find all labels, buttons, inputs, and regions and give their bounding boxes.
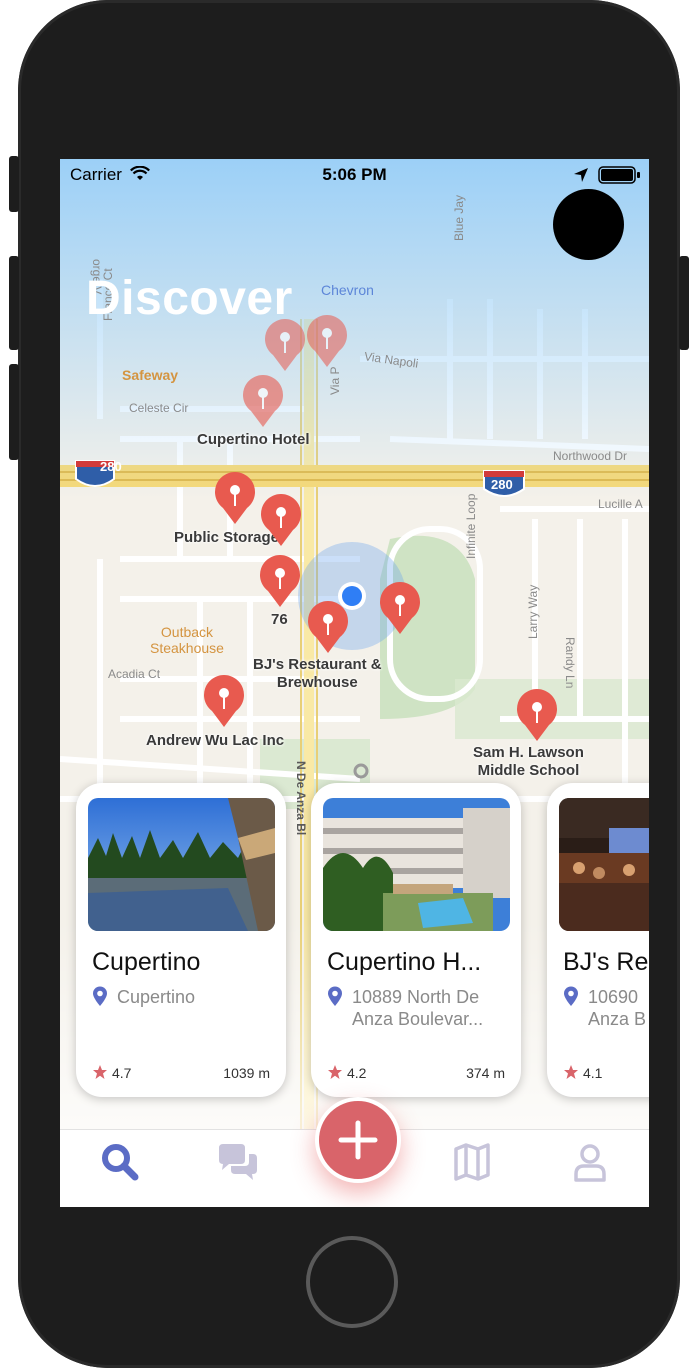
place-photo — [323, 798, 510, 931]
home-button[interactable] — [306, 1236, 398, 1328]
volume-down-button — [9, 364, 19, 460]
profile-icon[interactable] — [568, 1140, 612, 1184]
place-title: Cupertino — [92, 948, 201, 976]
place-rating: 4.1 — [583, 1065, 603, 1081]
street-label: Randy Ln — [563, 637, 577, 689]
street-label: Larry Way — [526, 584, 540, 639]
status-time: 5:06 PM — [322, 165, 387, 184]
location-arrow-icon — [574, 168, 588, 182]
place-address: Cupertino — [117, 987, 196, 1007]
place-rating: 4.7 — [112, 1065, 132, 1081]
profile-avatar-button[interactable] — [553, 189, 624, 260]
star-icon — [328, 1065, 342, 1079]
place-address: 10889 North De Anza Boulevar... — [352, 987, 484, 1029]
map-pin-icon[interactable] — [378, 582, 422, 636]
map-label-lawson-school: Sam H. Lawson Middle School — [473, 744, 584, 779]
place-rating: 4.2 — [347, 1065, 367, 1081]
add-icon — [338, 1120, 378, 1160]
place-card[interactable]: Cupertino Cupertino 4.7 1039 m — [76, 783, 286, 1097]
mute-switch — [9, 156, 19, 212]
map-pin-icon[interactable] — [263, 319, 307, 373]
screen: Franco Ct orge V Blue Jay Chevron Safewa… — [60, 159, 649, 1207]
map-label-gas-station: 76 — [271, 611, 288, 628]
street-label: Blue Jay — [452, 194, 466, 241]
power-button — [679, 256, 689, 350]
map-label-outback: Outback Steakhouse — [150, 624, 224, 656]
location-pin-icon — [328, 986, 342, 1006]
place-title: BJ's Re — [563, 948, 649, 976]
map-label-chevron: Chevron — [321, 282, 374, 298]
place-photo — [88, 798, 275, 931]
place-card[interactable]: Cupertino H... 10889 North De Anza Boule… — [311, 783, 521, 1097]
map-pin-icon[interactable] — [515, 689, 559, 743]
map-pin-icon[interactable] — [241, 375, 285, 429]
place-photo — [559, 798, 649, 931]
volume-up-button — [9, 256, 19, 350]
search-icon[interactable] — [98, 1140, 142, 1184]
page-title: Discover — [86, 272, 293, 325]
highway-label: 280 — [491, 477, 513, 492]
place-distance: 374 m — [466, 1065, 505, 1081]
location-pin-icon — [93, 986, 107, 1006]
street-label: Via P — [328, 366, 342, 395]
map-icon[interactable] — [450, 1140, 494, 1184]
highway-label: 280 — [100, 459, 122, 474]
map-label-andrew-wu: Andrew Wu Lac Inc — [146, 732, 285, 749]
add-button[interactable] — [315, 1097, 401, 1183]
status-bar: Carrier 5:06 PM — [60, 159, 649, 193]
map-pin-icon[interactable] — [259, 494, 303, 548]
place-cards-carousel[interactable]: Cupertino Cupertino 4.7 1039 m Cupertino… — [60, 783, 649, 1103]
map-pin-icon[interactable] — [213, 472, 257, 526]
chat-icon[interactable] — [215, 1140, 259, 1184]
location-pin-icon — [564, 986, 578, 1006]
map-pin-icon[interactable] — [305, 315, 349, 369]
street-label: Infinite Loop — [464, 493, 478, 559]
map-pin-icon[interactable] — [258, 555, 302, 609]
street-label: Northwood Dr — [553, 449, 628, 463]
street-label: Lucille A — [598, 497, 643, 511]
map-label-safeway: Safeway — [122, 367, 179, 383]
star-icon — [564, 1065, 578, 1079]
street-label: Celeste Cir — [129, 401, 189, 415]
place-address: 10690 Anza B — [588, 987, 647, 1029]
place-title: Cupertino H... — [327, 948, 482, 976]
place-card[interactable]: BJ's Re 10690 Anza B 4.1 — [547, 783, 649, 1097]
star-icon — [93, 1065, 107, 1079]
street-label: Acadia Ct — [108, 667, 161, 681]
map-label-cupertino-hotel: Cupertino Hotel — [197, 431, 310, 448]
map-pin-icon[interactable] — [306, 601, 350, 655]
place-distance: 1039 m — [223, 1065, 270, 1081]
map-label-bjs: BJ's Restaurant & Brewhouse — [253, 656, 382, 691]
battery-icon — [598, 166, 640, 184]
map-pin-icon[interactable] — [202, 675, 246, 729]
